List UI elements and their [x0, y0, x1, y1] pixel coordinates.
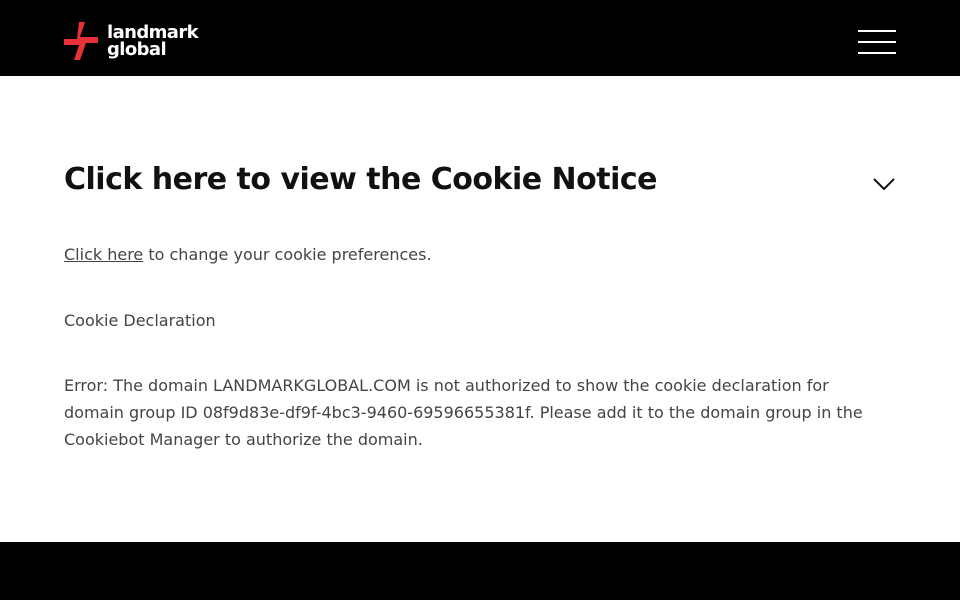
cookie-notice-title: Click here to view the Cookie Notice: [64, 162, 658, 197]
cookie-preferences-text: to change your cookie preferences.: [143, 245, 432, 264]
cookie-declaration-error: Error: The domain LANDMARKGLOBAL.COM is …: [64, 376, 863, 449]
site-header: landmark global: [0, 0, 960, 76]
menu-bar-middle: [858, 41, 896, 43]
site-footer: [0, 542, 960, 600]
logo-line-2: global: [107, 39, 167, 60]
chevron-down-icon[interactable]: [872, 176, 896, 192]
cookie-declaration-heading: Cookie Declaration: [64, 311, 216, 330]
logo-wordmark: landmark global: [107, 24, 199, 60]
cookie-notice-accordion-toggle[interactable]: Click here to view the Cookie Notice: [64, 158, 896, 204]
change-cookie-preferences-link[interactable]: Click here: [64, 245, 143, 264]
landmark-global-logo[interactable]: landmark global: [64, 22, 199, 60]
hamburger-menu-icon[interactable]: [858, 30, 896, 54]
menu-bar-top: [858, 30, 896, 32]
landmark-global-logo-mark-icon: [64, 22, 98, 60]
cookie-preferences-paragraph: Click here to change your cookie prefere…: [64, 241, 432, 268]
menu-bar-bottom: [858, 52, 896, 54]
